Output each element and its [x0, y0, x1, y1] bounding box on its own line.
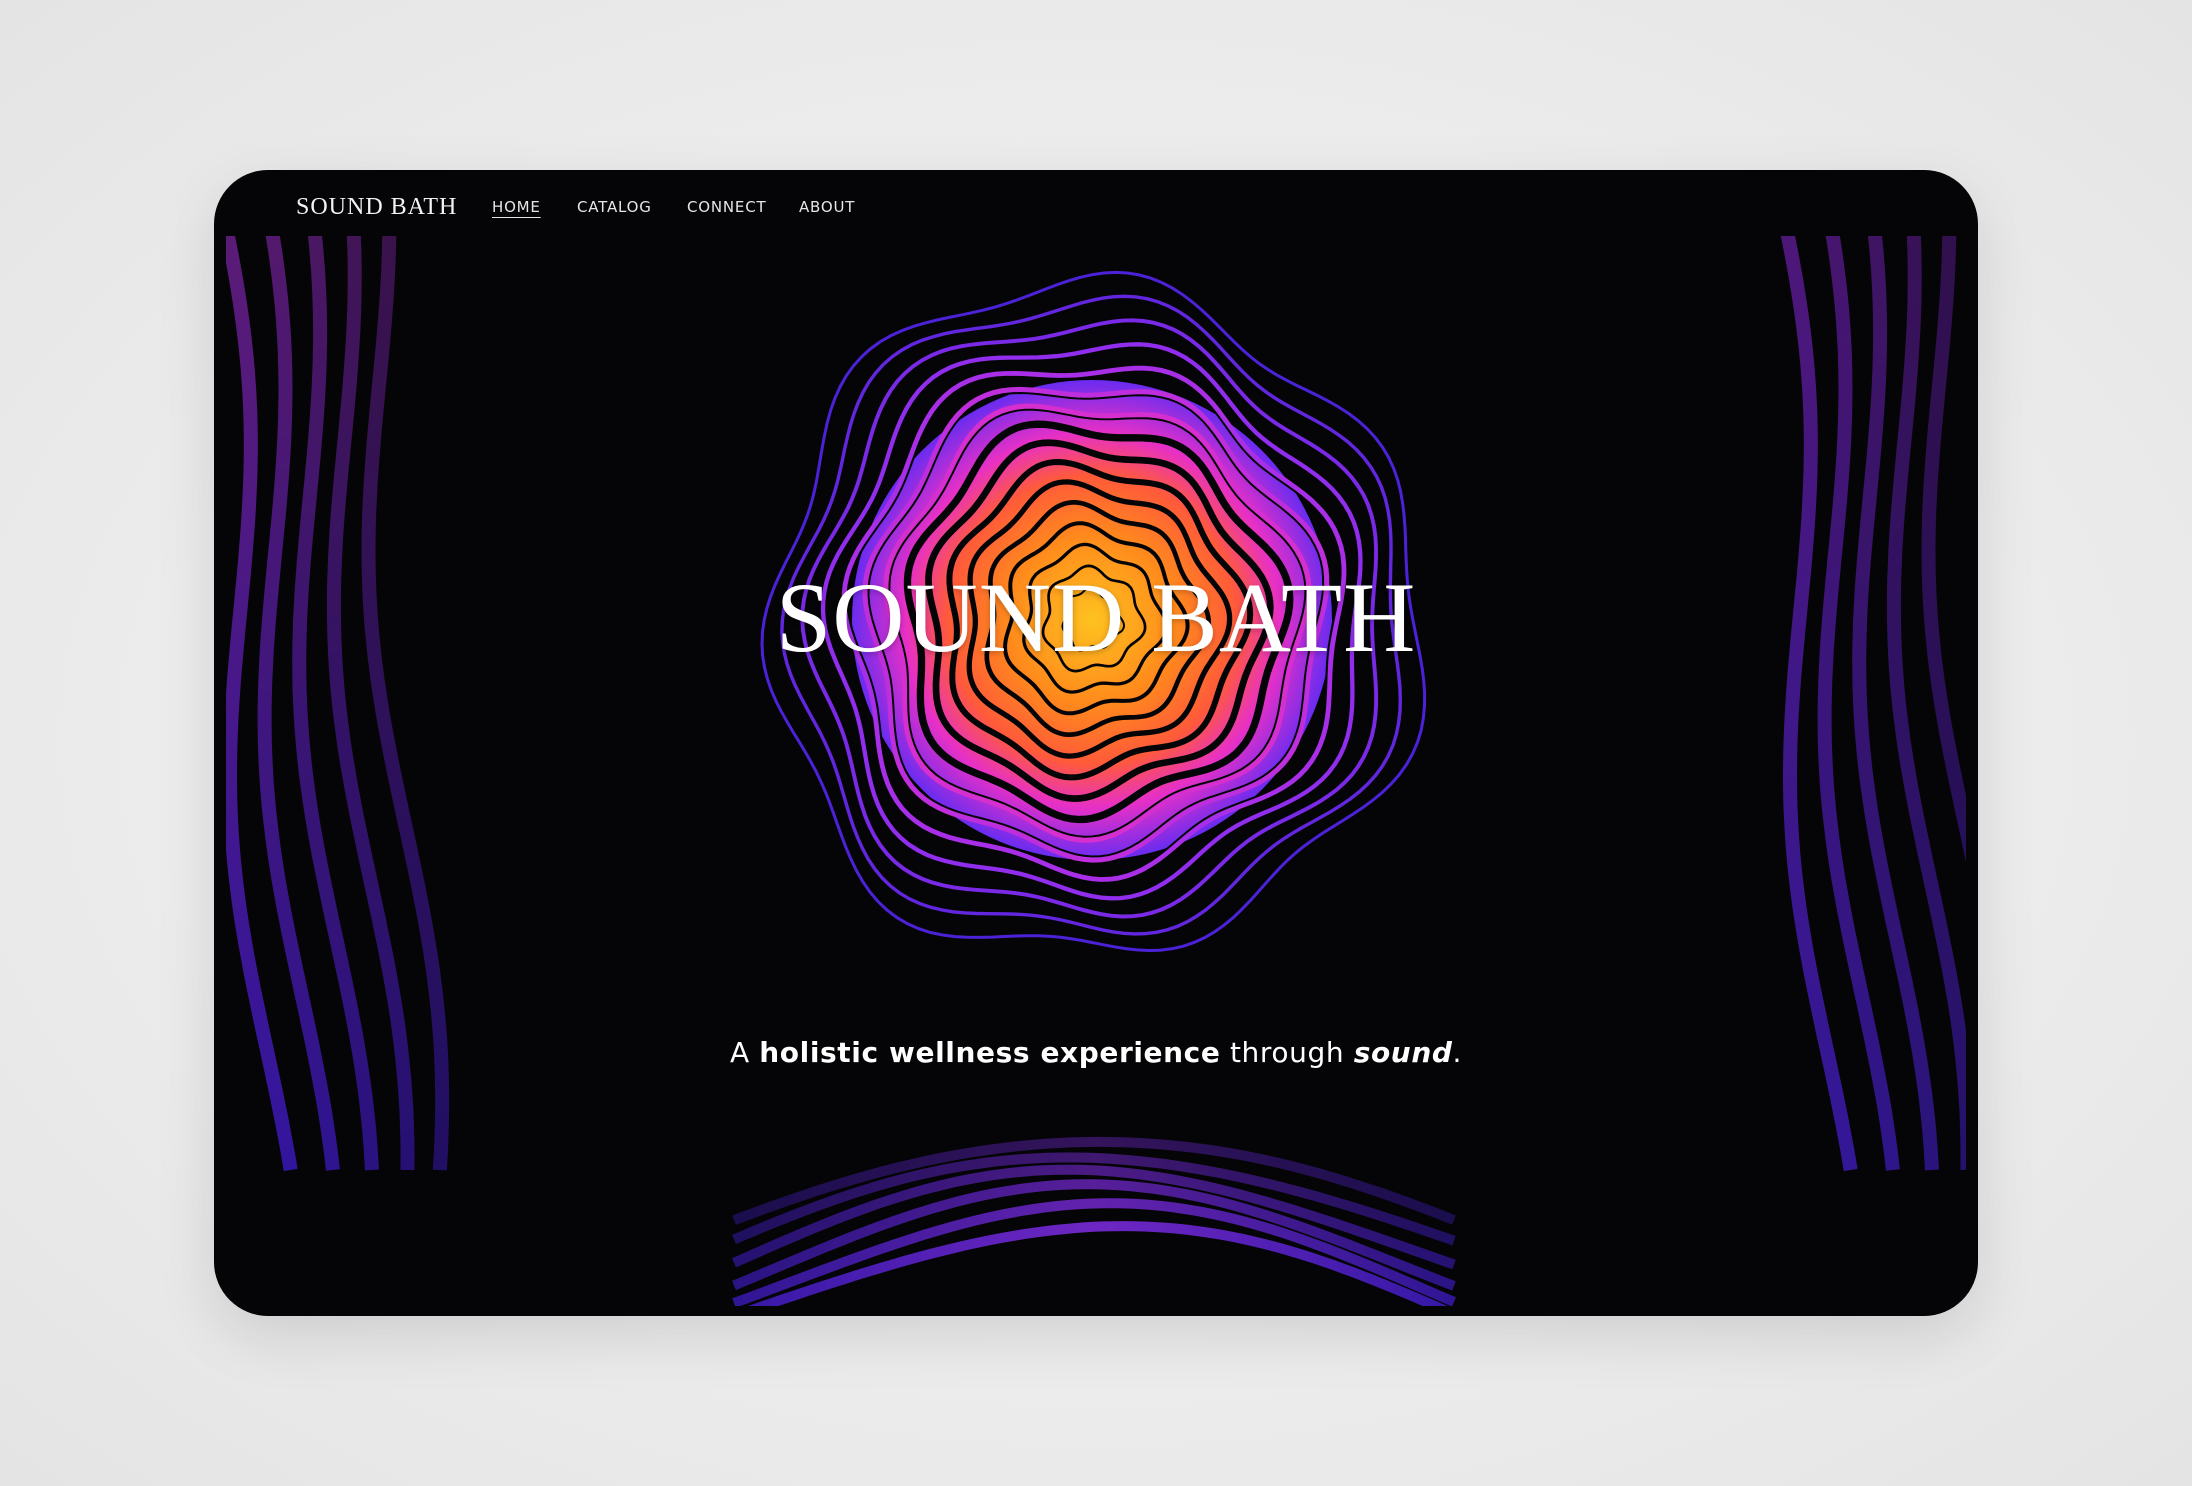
nav-connect[interactable]: CONNECT — [687, 198, 766, 216]
brand-logo[interactable]: SOUND BATH — [296, 194, 457, 221]
hero-tagline: A holistic wellness experience through s… — [214, 1036, 1978, 1069]
tagline-bold: holistic wellness experience — [759, 1036, 1221, 1069]
hero-title: SOUND BATH — [775, 562, 1417, 673]
side-wave-line — [1886, 236, 1966, 1170]
browser-frame: SOUND BATH HOME CATALOG CONNECT ABOUT SO… — [214, 170, 1978, 1316]
tagline-middle: through — [1220, 1036, 1354, 1069]
nav-about[interactable]: ABOUT — [799, 198, 855, 216]
right-wave-lines — [1780, 236, 1966, 1172]
bottom-wave-lines — [731, 1136, 1456, 1306]
side-wave-line — [326, 236, 415, 1171]
nav-home[interactable]: HOME — [492, 198, 541, 216]
sound-wave-artwork — [226, 236, 1966, 1306]
tagline-suffix: . — [1452, 1036, 1463, 1069]
left-wave-lines — [226, 236, 450, 1172]
tagline-prefix: A — [729, 1036, 760, 1069]
top-navigation: SOUND BATH HOME CATALOG CONNECT ABOUT — [214, 170, 1978, 236]
tagline-emphasis: sound — [1353, 1036, 1453, 1069]
nav-catalog[interactable]: CATALOG — [577, 198, 652, 216]
